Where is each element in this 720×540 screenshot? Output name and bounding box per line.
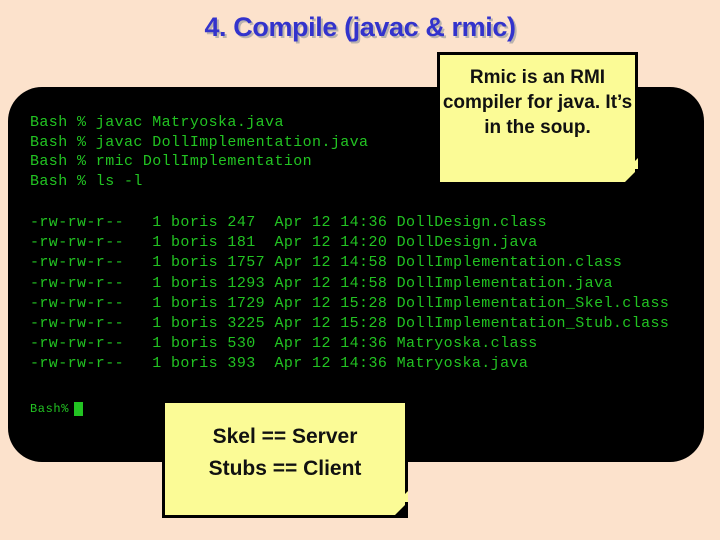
file-listing-row: -rw-rw-r-- 1 boris 1757 Apr 12 14:58 Dol… (30, 254, 623, 272)
file-listing-row: -rw-rw-r-- 1 boris 247 Apr 12 14:36 Doll… (30, 214, 548, 231)
callout-note-rmic-text: Rmic is an RMI compiler for java. It’s i… (442, 67, 633, 138)
folded-corner-icon (392, 491, 408, 518)
file-listing-row: -rw-rw-r-- 1 boris 393 Apr 12 14:36 Matr… (30, 355, 529, 373)
slide-canvas: 4. Compile (javac & rmic) Bash % javac M… (0, 0, 720, 540)
file-listing-row: -rw-rw-r-- 1 boris 3225 Apr 12 15:28 Dol… (30, 315, 670, 333)
file-listing-row: -rw-rw-r-- 1 boris 530 Apr 12 14:36 Matr… (30, 335, 538, 353)
callout-note-skel-text: Skel == Server Stubs == Client (208, 425, 362, 480)
callout-note-rmic: Rmic is an RMI compiler for java. It’s i… (437, 52, 638, 185)
text-cursor-icon (74, 401, 84, 416)
file-listing-row: -rw-rw-r-- 1 boris 181 Apr 12 14:20 Doll… (30, 234, 538, 252)
page-title: 4. Compile (javac & rmic) (204, 12, 516, 42)
folded-corner-inner-icon (627, 158, 638, 169)
callout-note-skel: Skel == Server Stubs == Client (162, 400, 408, 518)
file-listing-row: -rw-rw-r-- 1 boris 1293 Apr 12 14:58 Dol… (30, 274, 613, 292)
file-listing: -rw-rw-r-- 1 boris 247 Apr 12 14:36 Doll… (30, 213, 694, 375)
folded-corner-inner-icon (397, 491, 408, 502)
folded-corner-icon (622, 158, 638, 185)
terminal-prompt: Bash% (30, 401, 70, 416)
file-listing-row: -rw-rw-r-- 1 boris 1729 Apr 12 15:28 Dol… (30, 294, 670, 312)
